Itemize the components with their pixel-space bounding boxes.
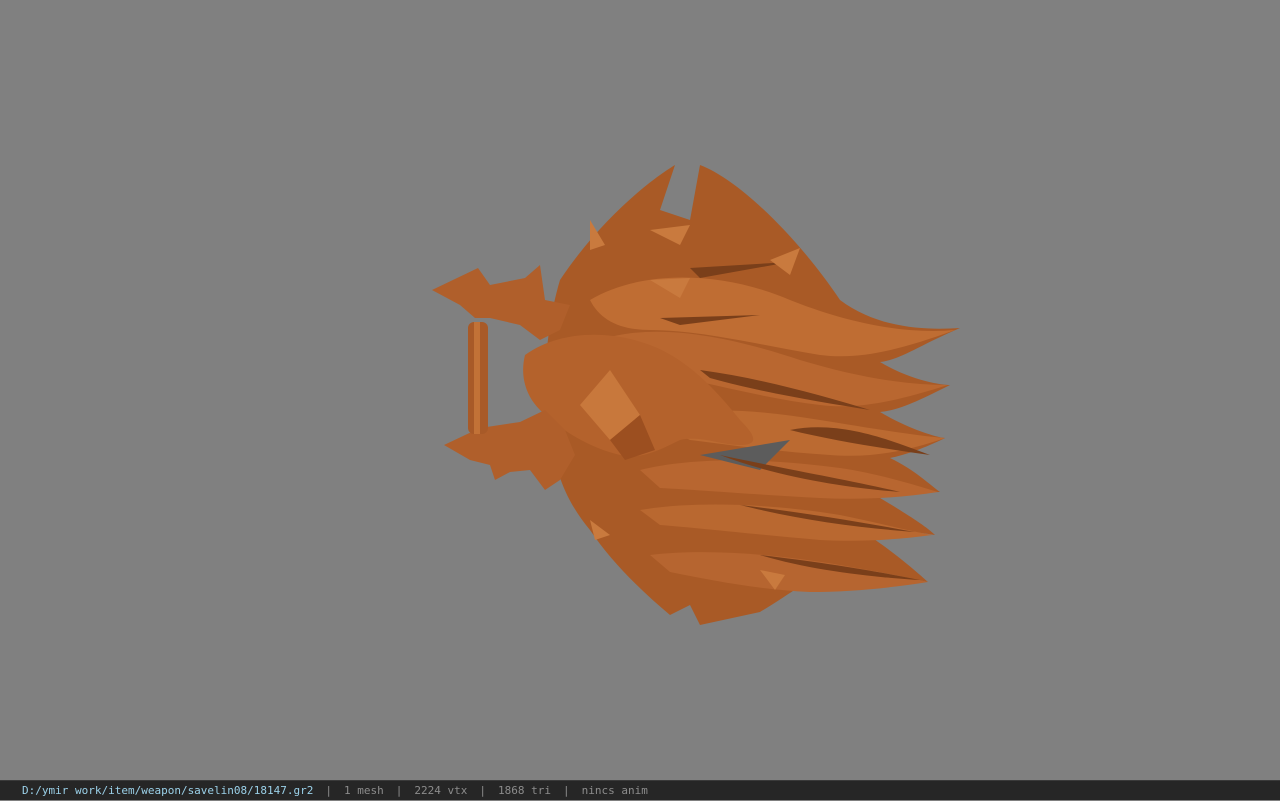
handle-bottom-guard (444, 410, 575, 490)
3d-viewport[interactable] (0, 0, 1280, 780)
vertex-count: 2224 vtx (414, 783, 468, 797)
status-separator: | (563, 783, 570, 797)
triangle-count: 1868 tri (498, 783, 551, 797)
status-separator: | (395, 783, 403, 797)
status-separator: | (479, 783, 487, 797)
weapon-model (432, 165, 960, 625)
status-separator: | (325, 783, 333, 797)
status-bar: D:/ymir work/item/weapon/savelin08/18147… (0, 780, 1280, 800)
handle-top-guard (432, 265, 570, 340)
mesh-count: 1 mesh (344, 783, 384, 797)
file-path: D:/ymir work/item/weapon/savelin08/18147… (22, 783, 314, 797)
animation-status: nincs anim (581, 783, 648, 797)
